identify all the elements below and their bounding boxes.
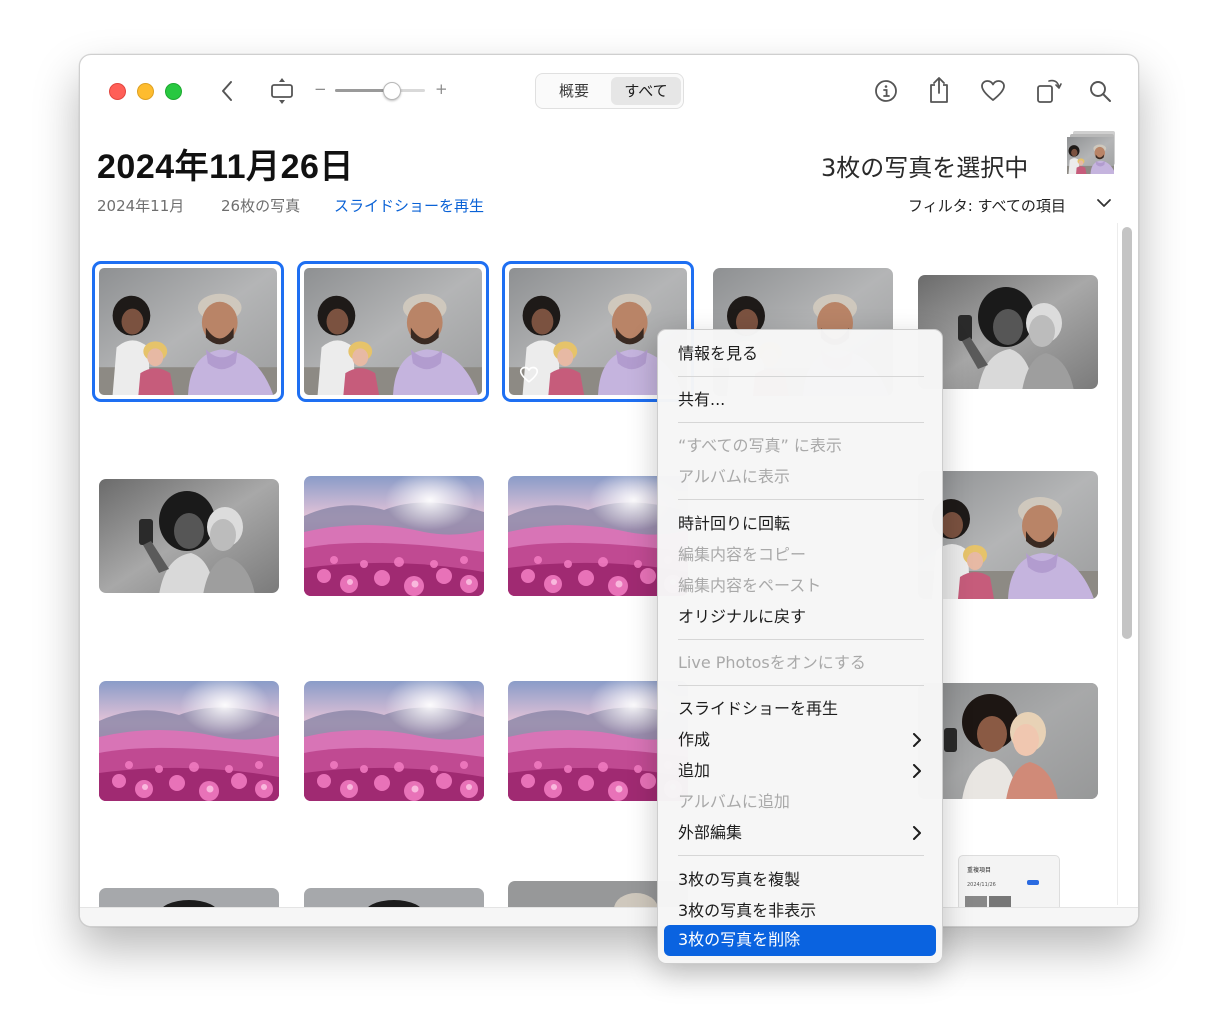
photos-window: − + 概要 すべて 2024年11月26日 2024年11月 26枚の写真 ス… [79, 54, 1139, 927]
mini-screenshot-title: 重複項目 [967, 867, 992, 874]
menu-item-add-to[interactable]: 追加 [678, 760, 710, 782]
minimize-button[interactable] [137, 83, 154, 100]
photo-image [304, 268, 482, 395]
menu-separator [678, 499, 924, 500]
mini-badge [1027, 880, 1039, 885]
menu-item-share[interactable]: 共有... [678, 389, 725, 411]
search-icon[interactable] [1088, 79, 1112, 103]
menu-item-rotate-clockwise[interactable]: 時計回りに回転 [678, 513, 790, 535]
photo-tile[interactable] [918, 471, 1098, 599]
menu-item-add-to-album: アルバムに追加 [678, 792, 790, 811]
menu-separator [678, 685, 924, 686]
photo-tile-selected[interactable] [297, 261, 489, 402]
photo-image [304, 681, 484, 801]
chevron-down-icon[interactable] [1096, 196, 1112, 210]
photo-image [99, 268, 277, 395]
menu-item-delete[interactable]: 3枚の写真を削除 [664, 925, 936, 956]
share-icon[interactable] [927, 75, 951, 105]
screenshot-tile[interactable]: 重複項目 2024/11/26 [958, 855, 1060, 909]
menu-item-copy-edits: 編集内容をコピー [678, 545, 807, 564]
menu-item-show-in-album: アルバムに表示 [678, 467, 790, 486]
selection-stack-thumbnail [1067, 131, 1115, 175]
zoom-in-label[interactable]: + [435, 79, 448, 99]
menu-separator [678, 376, 924, 377]
aspect-ratio-icon[interactable] [270, 76, 294, 106]
chevron-right-icon [913, 826, 921, 840]
photo-image [918, 275, 1098, 389]
photo-tile[interactable] [918, 683, 1098, 799]
vertical-scrollbar[interactable] [1122, 227, 1132, 639]
chevron-right-icon [913, 764, 921, 778]
photo-tile[interactable] [918, 275, 1098, 389]
close-button[interactable] [109, 83, 126, 100]
photo-tile[interactable] [99, 681, 279, 801]
menu-separator [678, 639, 924, 640]
photo-count: 26枚の写真 [221, 197, 301, 215]
menu-item-create[interactable]: 作成 [678, 729, 710, 751]
selection-count: 3枚の写真を選択中 [821, 154, 1029, 182]
menu-item-paste-edits: 編集内容をペースト [678, 576, 822, 595]
photo-image [918, 471, 1098, 599]
context-menu: 情報を見る 共有... “すべての写真” に表示 アルバムに表示 時計回りに回転… [657, 329, 943, 964]
photo-tile[interactable] [304, 476, 484, 596]
zoom-window-button[interactable] [165, 83, 182, 100]
menu-item-play-slideshow[interactable]: スライドショーを再生 [678, 698, 838, 720]
menu-item-get-info[interactable]: 情報を見る [678, 343, 758, 365]
photo-image [304, 476, 484, 596]
menu-item-delete-label: 3枚の写真を削除 [678, 930, 801, 949]
month-label[interactable]: 2024年11月 [97, 195, 184, 216]
zoom-slider[interactable] [335, 89, 425, 92]
mini-screenshot-date: 2024/11/26 [967, 882, 996, 888]
menu-item-duplicate[interactable]: 3枚の写真を複製 [678, 869, 800, 891]
photo-tile[interactable] [99, 479, 279, 593]
back-chevron-icon[interactable] [220, 79, 234, 103]
tab-overview[interactable]: 概要 [539, 77, 609, 105]
photo-tile-selected[interactable] [92, 261, 284, 402]
zoom-out-label[interactable]: − [314, 79, 327, 99]
favorite-heart-icon [519, 366, 539, 383]
info-icon[interactable] [874, 79, 898, 103]
photo-image [99, 479, 279, 593]
photo-tile[interactable] [304, 681, 484, 801]
filter-label[interactable]: フィルタ: すべての項目 [908, 195, 1066, 216]
page-title: 2024年11月26日 [97, 148, 354, 186]
tab-all[interactable]: すべて [611, 77, 681, 105]
chevron-right-icon [913, 733, 921, 747]
photo-image [918, 683, 1098, 799]
view-segmented-control: 概要 すべて [535, 73, 684, 109]
menu-item-hide[interactable]: 3枚の写真を非表示 [678, 900, 816, 922]
menu-item-live-photos: Live Photosをオンにする [678, 653, 866, 672]
menu-separator [678, 422, 924, 423]
menu-item-revert-to-original[interactable]: オリジナルに戻す [678, 606, 806, 628]
rotate-icon[interactable] [1035, 75, 1063, 105]
bottom-bar [80, 907, 1138, 926]
menu-item-edit-with[interactable]: 外部編集 [678, 822, 742, 844]
menu-separator [678, 855, 924, 856]
heart-icon[interactable] [980, 79, 1006, 103]
scroll-divider [1117, 223, 1118, 905]
menu-item-show-in-all-photos: “すべての写真” に表示 [678, 436, 842, 455]
slideshow-link[interactable]: スライドショーを再生 [334, 195, 484, 216]
zoom-slider-knob[interactable] [382, 82, 401, 100]
photo-image [99, 681, 279, 801]
